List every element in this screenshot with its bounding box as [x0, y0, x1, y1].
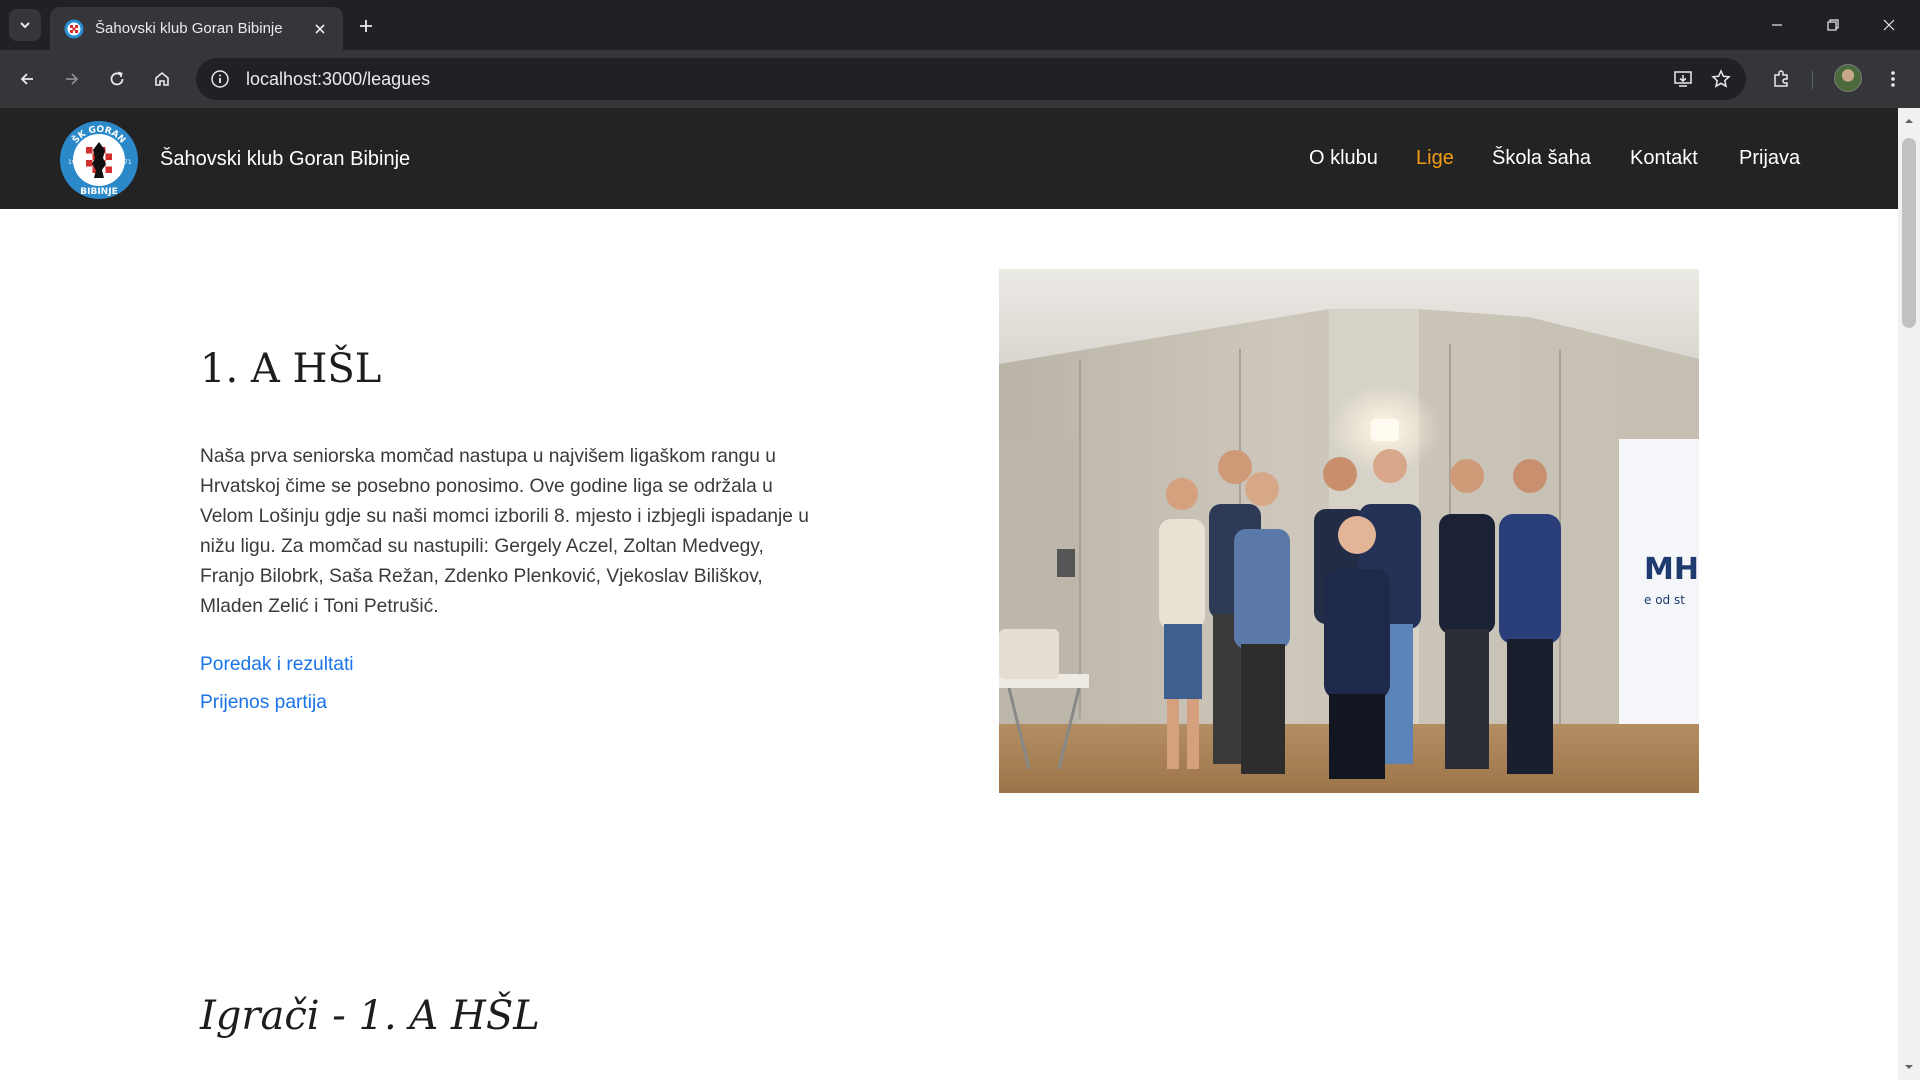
address-bar[interactable]: localhost:3000/leagues: [196, 58, 1746, 100]
scrollbar-thumb[interactable]: [1902, 138, 1916, 328]
close-icon: [315, 23, 325, 34]
more-vert-icon: [1891, 71, 1895, 87]
page-viewport: ŠK GORAN BIBINJE 19 71 Šahovski klub Gor…: [0, 108, 1898, 1080]
profile-avatar[interactable]: [1834, 64, 1862, 92]
logo-bottom-text: BIBINJE: [80, 187, 117, 197]
club-favicon-icon: [64, 19, 84, 38]
nav-lige[interactable]: Lige: [1416, 147, 1454, 170]
tab-search-button[interactable]: [9, 9, 41, 41]
minimize-button[interactable]: [1750, 0, 1804, 50]
back-button[interactable]: [10, 62, 44, 96]
scroll-up-arrow-icon[interactable]: [1904, 116, 1914, 126]
bookmark-button[interactable]: [1704, 62, 1738, 96]
standings-link[interactable]: Poredak i rezultati: [200, 654, 354, 676]
star-icon: [1711, 69, 1731, 88]
home-icon: [155, 71, 169, 86]
site-info-icon[interactable]: [208, 67, 232, 91]
site-brand[interactable]: Šahovski klub Goran Bibinje: [160, 148, 410, 171]
page-scrollbar[interactable]: [1898, 108, 1920, 1080]
tab-close-button[interactable]: [309, 18, 331, 40]
club-logo[interactable]: ŠK GORAN BIBINJE 19 71: [59, 120, 139, 200]
players-title: Igrači - 1. A HŠL: [200, 993, 540, 1039]
install-icon: [1674, 71, 1692, 87]
arrow-right-icon: [66, 73, 79, 85]
close-window-button[interactable]: [1862, 0, 1916, 50]
tab-title: Šahovski klub Goran Bibinje: [95, 20, 283, 37]
nav-o-klubu[interactable]: O klubu: [1309, 147, 1378, 170]
browser-toolbar: localhost:3000/leagues: [0, 50, 1920, 108]
nav-skola-saha[interactable]: Škola šaha: [1492, 147, 1591, 170]
logo-year-left: 19: [68, 159, 76, 166]
new-tab-button[interactable]: [352, 12, 380, 40]
reload-icon: [110, 71, 124, 86]
reload-button[interactable]: [100, 62, 134, 96]
nav-kontakt[interactable]: Kontakt: [1630, 147, 1698, 170]
scroll-down-arrow-icon[interactable]: [1904, 1062, 1914, 1072]
nav-prijava[interactable]: Prijava: [1739, 147, 1800, 170]
url-text: localhost:3000/leagues: [246, 68, 431, 89]
minimize-icon: [1772, 24, 1782, 26]
browser-tab[interactable]: Šahovski klub Goran Bibinje: [50, 7, 343, 50]
forward-button[interactable]: [55, 62, 89, 96]
restore-icon: [1827, 19, 1839, 31]
league-description: Naša prva seniorska momčad nastupa u naj…: [200, 446, 809, 617]
site-header: ŠK GORAN BIBINJE 19 71 Šahovski klub Gor…: [0, 108, 1898, 209]
extensions-button[interactable]: [1764, 62, 1798, 96]
team-photo: MHI e od st: [999, 269, 1699, 793]
restore-button[interactable]: [1806, 0, 1860, 50]
toolbar-divider: [1812, 71, 1813, 89]
chevron-down-icon: [20, 22, 30, 29]
league-title: 1. A HŠL: [200, 346, 382, 392]
puzzle-icon: [1774, 70, 1788, 87]
menu-button[interactable]: [1876, 62, 1910, 96]
home-button[interactable]: [145, 62, 179, 96]
browser-tab-bar: Šahovski klub Goran Bibinje: [0, 0, 1920, 50]
close-icon: [1883, 19, 1895, 31]
arrow-left-icon: [20, 73, 33, 85]
live-games-link[interactable]: Prijenos partija: [200, 692, 327, 714]
plus-icon: [360, 20, 372, 32]
photo-banner-text: MHI: [1644, 552, 1699, 587]
install-app-button[interactable]: [1666, 62, 1700, 96]
logo-year-right: 71: [124, 159, 132, 166]
photo-banner-sub: e od st: [1644, 593, 1685, 607]
